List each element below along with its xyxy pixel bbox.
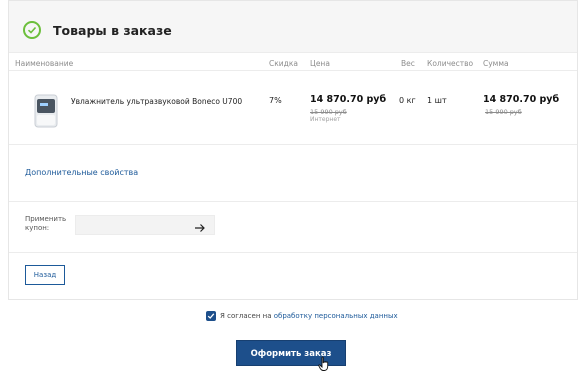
- item-price-note: Интернет: [310, 116, 341, 123]
- col-quantity: Количество: [427, 59, 474, 68]
- item-old-sum: 15 990 руб: [485, 108, 522, 116]
- arrow-right-icon[interactable]: [194, 219, 206, 232]
- product-name-link[interactable]: Увлажнитель ультразвуковой Boneco U700: [71, 97, 242, 106]
- coupon-section: Применить купон:: [9, 203, 577, 253]
- check-circle-icon: [23, 21, 41, 39]
- product-image[interactable]: [25, 93, 65, 129]
- back-button[interactable]: Назад: [25, 265, 65, 285]
- additional-props-link[interactable]: Дополнительные свойства: [25, 168, 138, 177]
- consent-text: Я согласен на обработку персональных дан…: [220, 312, 398, 320]
- order-items-panel: Товары в заказе Наименование Скидка Цена…: [8, 0, 578, 300]
- additional-props-section: Дополнительные свойства: [9, 146, 577, 202]
- table-row: Увлажнитель ультразвуковой Boneco U700 7…: [9, 73, 577, 145]
- pointer-cursor-icon: [318, 356, 330, 372]
- item-weight: 0 кг: [399, 96, 416, 105]
- panel-title: Товары в заказе: [53, 23, 172, 38]
- table-header: Наименование Скидка Цена Вес Количество …: [9, 57, 577, 71]
- item-old-price: 15 990 руб: [310, 108, 347, 116]
- item-price: 14 870.70 руб: [310, 94, 387, 105]
- coupon-label: Применить купон:: [25, 215, 67, 232]
- panel-header: Товары в заказе: [9, 1, 577, 53]
- consent-checkbox[interactable]: [206, 311, 216, 321]
- consent-prefix: Я согласен на: [220, 312, 274, 320]
- col-price: Цена: [310, 59, 330, 68]
- col-weight: Вес: [401, 59, 415, 68]
- col-discount: Скидка: [269, 59, 298, 68]
- item-sum: 14 870.70 руб: [483, 94, 560, 105]
- item-quantity: 1 шт: [427, 96, 447, 105]
- coupon-input[interactable]: [75, 215, 215, 235]
- consent-link[interactable]: обработку персональных данных: [274, 312, 398, 320]
- col-sum: Сумма: [483, 59, 509, 68]
- col-name: Наименование: [15, 59, 74, 68]
- item-discount: 7%: [269, 96, 282, 105]
